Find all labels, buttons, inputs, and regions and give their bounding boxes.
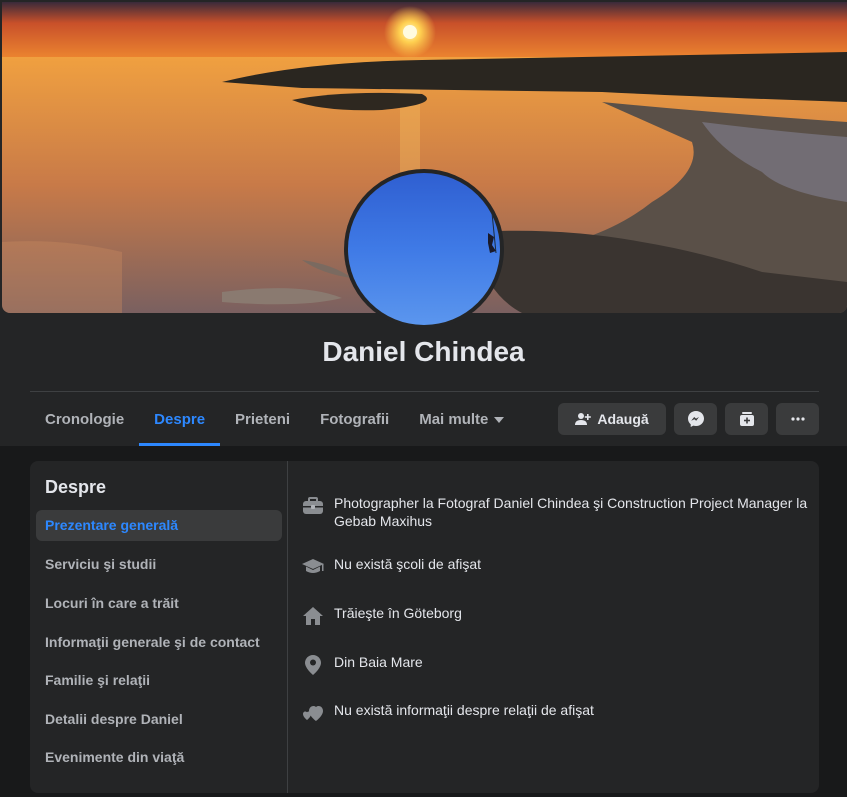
sidebar-item-life-events[interactable]: Evenimente din viaţă (36, 742, 282, 773)
tab-label: Prieteni (235, 411, 291, 428)
sidebar-item-overview[interactable]: Prezentare generală (36, 510, 282, 541)
sidebar-item-places-lived[interactable]: Locuri în care a trăit (36, 588, 282, 619)
briefcase-icon (301, 494, 325, 518)
graduation-cap-icon (301, 555, 325, 579)
caret-down-icon (494, 417, 505, 424)
tab-cronologie[interactable]: Cronologie (30, 400, 139, 446)
add-friend-icon (575, 413, 592, 425)
tab-label: Mai multe (419, 411, 489, 428)
overview-row-relationship: Nu există informaţii despre relaţii de a… (301, 701, 811, 725)
home-icon (301, 604, 325, 628)
about-sidebar: Despre Prezentare generală Serviciu şi s… (30, 461, 288, 793)
sidebar-item-details[interactable]: Detalii despre Daniel (36, 704, 282, 735)
overview-row-current-city: Trăieşte în Göteborg (301, 604, 811, 628)
profile-header: Daniel Chindea Cronologie Despre Prieten… (0, 0, 847, 446)
tab-fotografii[interactable]: Fotografii (305, 400, 404, 446)
tab-label: Despre (154, 411, 206, 428)
follow-icon (739, 412, 754, 426)
more-icon (790, 417, 805, 421)
profile-name: Daniel Chindea (322, 336, 525, 367)
messenger-button[interactable] (674, 403, 717, 435)
hometown-text: Din Baia Mare (334, 654, 423, 670)
tab-mai-multe[interactable]: Mai multe (404, 400, 519, 446)
profile-tabs: Cronologie Despre Prieteni Fotografii Ma… (30, 400, 519, 446)
about-title: Despre (45, 477, 107, 497)
sidebar-item-contact-info[interactable]: Informaţii generale şi de contact (36, 627, 282, 658)
sidebar-item-work-education[interactable]: Serviciu şi studii (36, 549, 282, 580)
overview-row-work: Photographer la Fotograf Daniel Chindea … (301, 494, 811, 530)
profile-avatar[interactable] (344, 169, 504, 329)
about-overview: Photographer la Fotograf Daniel Chindea … (288, 461, 819, 793)
heart-icon (301, 701, 325, 725)
education-text: Nu există şcoli de afişat (334, 556, 482, 572)
tab-label: Cronologie (45, 411, 125, 428)
profile-actions: Adaugă (558, 403, 819, 435)
location-pin-icon (301, 653, 325, 677)
follow-button[interactable] (725, 403, 768, 435)
add-friend-button[interactable]: Adaugă (558, 403, 666, 435)
avatar-image (348, 173, 500, 325)
tab-label: Fotografii (320, 411, 390, 428)
current-city-text: Trăieşte în Göteborg (334, 605, 462, 621)
about-panel: Despre Prezentare generală Serviciu şi s… (30, 461, 819, 793)
sidebar-item-family-relationships[interactable]: Familie şi relaţii (36, 665, 282, 696)
relationship-text: Nu există informaţii despre relaţii de a… (334, 702, 594, 718)
header-divider (30, 391, 819, 392)
messenger-icon (687, 411, 704, 427)
add-friend-label: Adaugă (597, 411, 649, 427)
more-options-button[interactable] (776, 403, 819, 435)
overview-row-hometown: Din Baia Mare (301, 653, 811, 677)
work-text: Photographer la Fotograf Daniel Chindea … (334, 495, 808, 529)
tab-despre[interactable]: Despre (139, 400, 221, 446)
tab-prieteni[interactable]: Prieteni (220, 400, 305, 446)
overview-row-education: Nu există şcoli de afişat (301, 555, 811, 579)
